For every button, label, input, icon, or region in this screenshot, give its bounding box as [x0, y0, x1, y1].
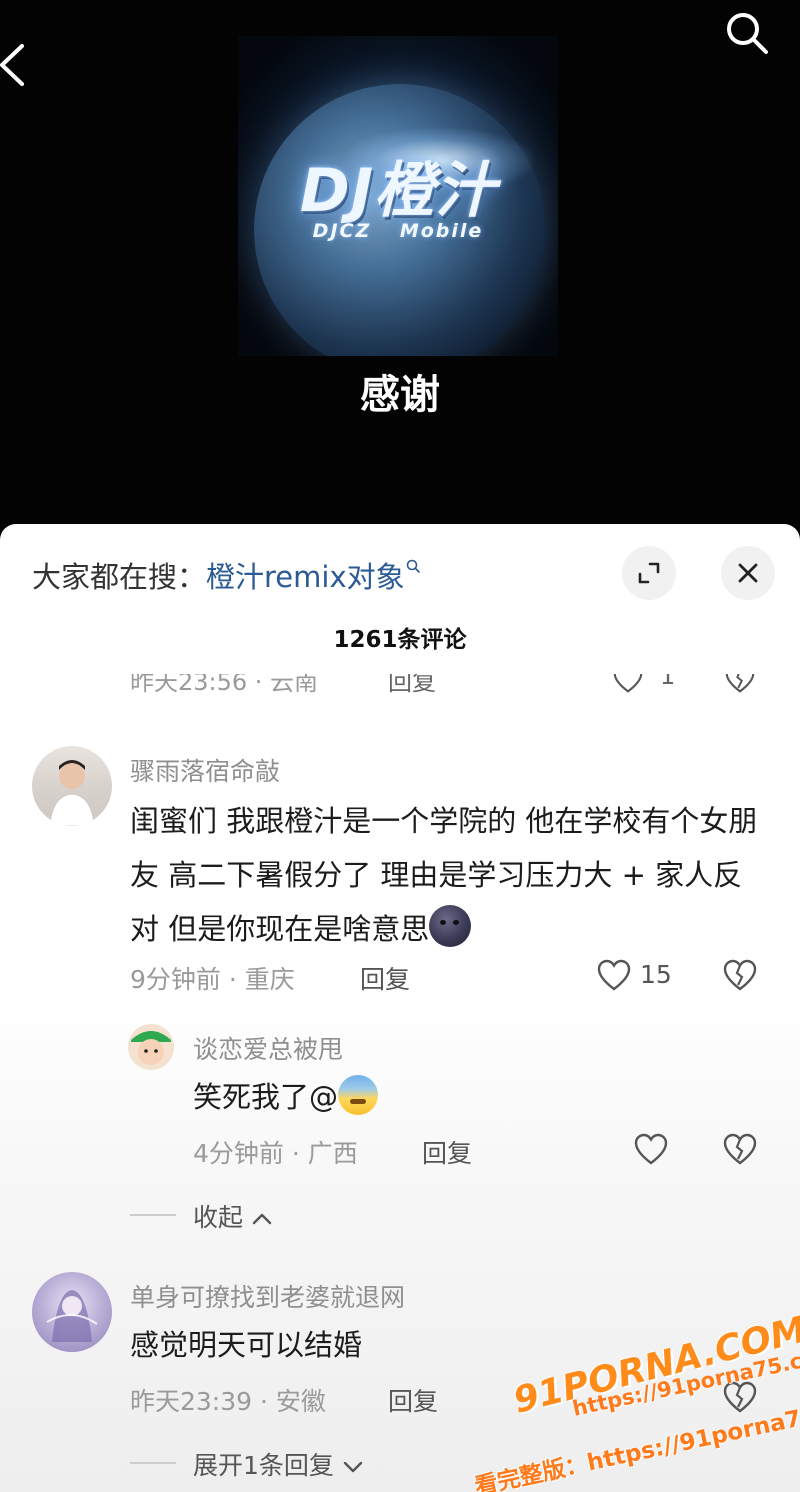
divider-line — [130, 1214, 176, 1216]
back-icon[interactable] — [0, 40, 34, 90]
divider-line — [130, 1462, 176, 1464]
video-area: DJ橙汁 DJCZ Mobile 感谢 — [0, 0, 800, 540]
comment-username[interactable]: 单身可撩找到老婆就退网 — [130, 1278, 405, 1314]
cover-logo: DJ橙汁 — [299, 156, 497, 226]
expand-icon — [638, 562, 660, 584]
mini-search-icon — [406, 559, 420, 573]
reply-text: 笑死我了@ — [193, 1070, 753, 1124]
cover-logo-sub: DJCZ Mobile — [312, 220, 484, 242]
chevron-up-icon — [252, 1213, 272, 1225]
hot-search[interactable]: 大家都在搜：橙汁remix对象 — [32, 554, 421, 596]
partial-meta: 昨天23:56 · 云南 — [130, 674, 319, 696]
hot-search-keyword[interactable]: 橙汁remix对象 — [206, 560, 405, 594]
close-icon — [738, 563, 758, 583]
broken-heart-icon[interactable] — [722, 1380, 758, 1414]
heart-icon[interactable] — [596, 958, 632, 992]
reply-button[interactable]: 回复 — [422, 1134, 472, 1170]
heart-icon[interactable] — [633, 1132, 669, 1166]
chevron-down-icon — [343, 1461, 363, 1473]
collapse-replies-button[interactable]: 收起 — [193, 1198, 273, 1234]
album-cover[interactable]: DJ橙汁 DJCZ Mobile — [238, 36, 558, 356]
avatar[interactable] — [128, 1024, 174, 1070]
partial-reply-button[interactable]: 回复 — [388, 674, 436, 697]
avatar-image — [49, 760, 95, 826]
reply-button[interactable]: 回复 — [388, 1382, 438, 1418]
close-button[interactable] — [721, 546, 775, 600]
reply-text-body: 笑死我了@ — [193, 1080, 339, 1114]
reply-meta: 4分钟前 · 广西 — [193, 1139, 358, 1168]
avatar-image — [46, 1290, 98, 1342]
broken-heart-icon[interactable] — [722, 958, 758, 992]
search-icon[interactable] — [722, 8, 772, 58]
comment-text: 感觉明天可以结婚 — [130, 1328, 363, 1362]
comment-meta: 昨天23:39 · 安徽 — [130, 1387, 326, 1416]
avatar[interactable] — [32, 1272, 112, 1352]
comment-meta: 9分钟前 · 重庆 — [130, 965, 295, 994]
reply-username[interactable]: 谈恋爱总被甩 — [193, 1030, 343, 1066]
reply-button[interactable]: 回复 — [360, 960, 410, 996]
expand-replies-button[interactable]: 展开1条回复 — [193, 1446, 364, 1482]
cold-sweat-emoji-icon — [338, 1075, 379, 1115]
comment-username[interactable]: 骤雨落宿命敲 — [130, 752, 280, 788]
broken-heart-icon[interactable] — [722, 1132, 758, 1166]
broken-heart-icon[interactable] — [724, 674, 756, 694]
avatar[interactable] — [32, 746, 112, 826]
song-title: 感谢 — [360, 372, 440, 418]
like-count: 15 — [640, 960, 672, 989]
expand-label: 展开1条回复 — [193, 1451, 334, 1480]
partial-comment-row: 昨天23:56 · 云南 回复 1 — [0, 674, 800, 708]
comment-sheet: 大家都在搜：橙汁remix对象 1261条评论 昨天23:56 · 云南 回复 … — [0, 524, 800, 1492]
collapse-label: 收起 — [193, 1203, 244, 1232]
hot-search-prefix: 大家都在搜： — [32, 560, 207, 594]
expand-button[interactable] — [622, 546, 676, 600]
comment-text: 闺蜜们 我跟橙汁是一个学院的 他在学校有个女朋友 高二下暑假分了 理由是学习压力… — [130, 794, 770, 956]
partial-like-count: 1 — [660, 674, 676, 690]
heart-icon[interactable] — [612, 674, 644, 694]
comment-count: 1261条评论 — [333, 627, 467, 653]
moon-face-emoji-icon — [429, 905, 472, 947]
avatar-image — [131, 1031, 171, 1065]
